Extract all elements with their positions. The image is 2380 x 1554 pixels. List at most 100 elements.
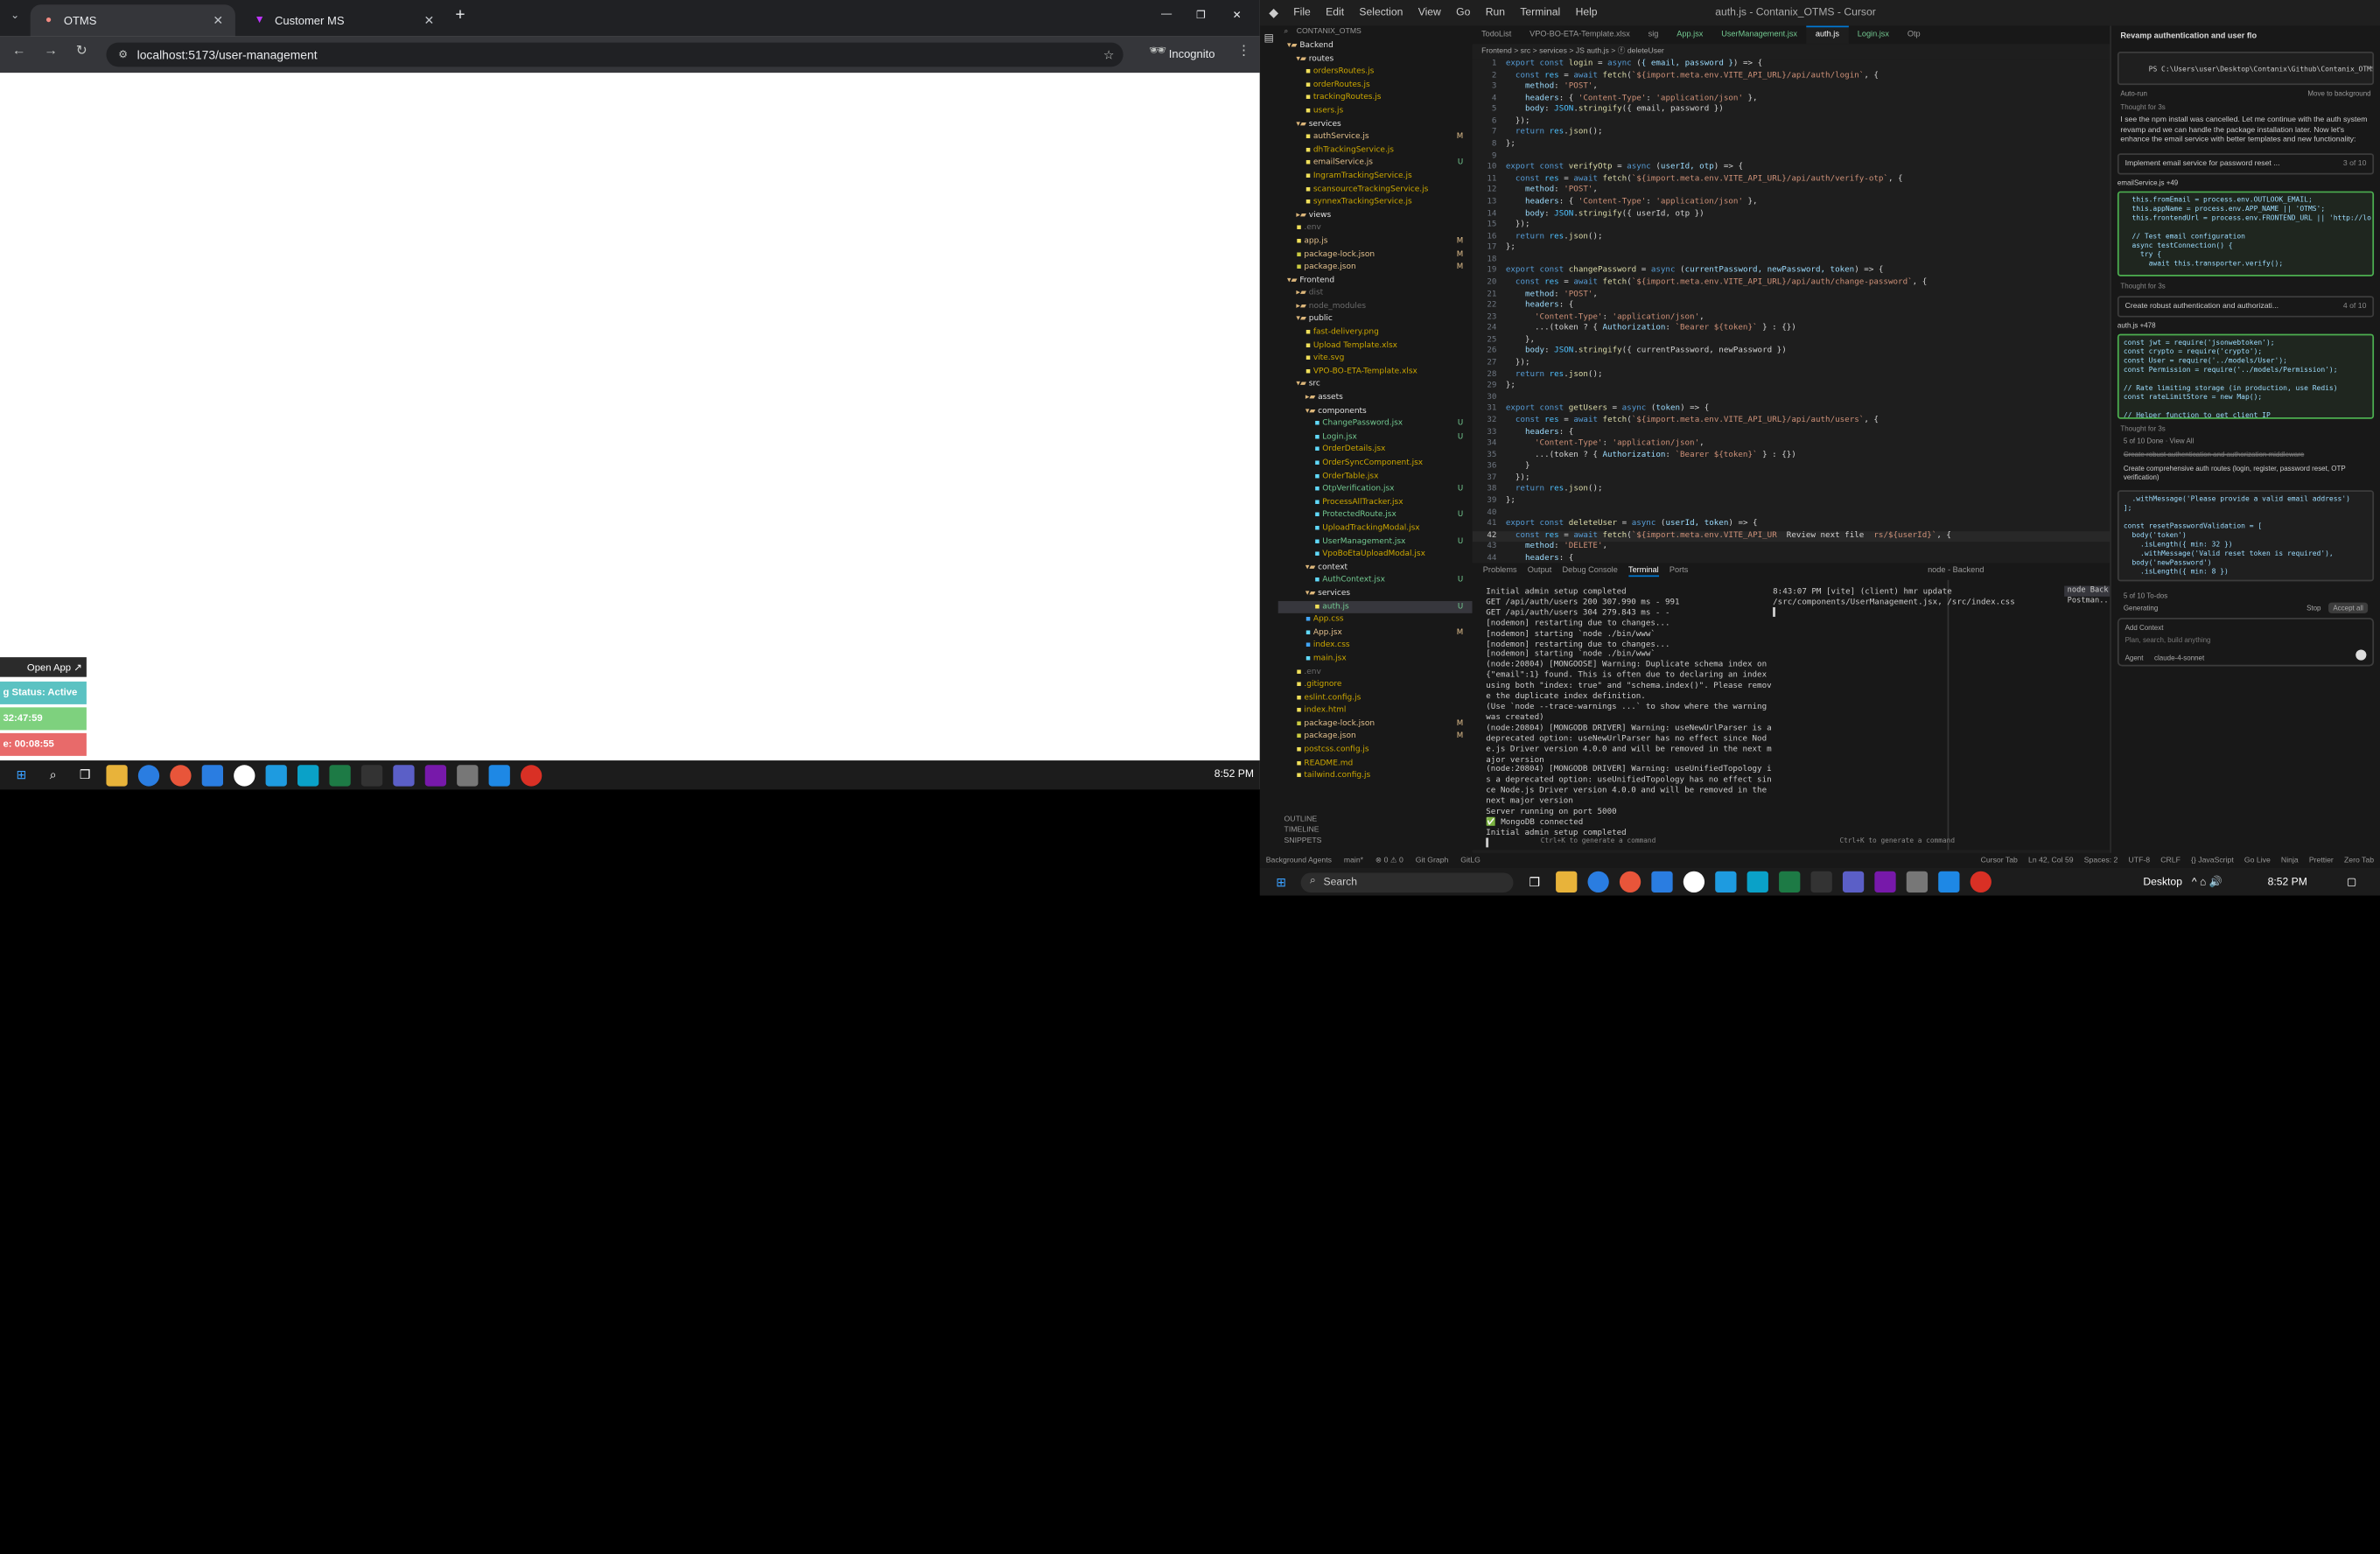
tree-item[interactable]: ▸▰ dist [1278, 287, 1473, 300]
tree-item[interactable]: ▪ VpoBoEtaUploadModal.jsx [1278, 548, 1473, 561]
timeline-section[interactable]: TIMELINE [1284, 826, 1473, 836]
todo-item[interactable]: Implement email service for password res… [2117, 152, 2375, 174]
notification-icon[interactable]: ▢ [2347, 876, 2356, 888]
add-context-button[interactable]: Add Context [2125, 623, 2367, 631]
site-info-icon[interactable]: ⚙ [118, 49, 128, 60]
tree-item[interactable]: ▾▰ public [1278, 313, 1473, 326]
minimize-button[interactable]: — [1161, 9, 1172, 19]
taskbar-search-box[interactable]: ⌕ Search [1300, 872, 1514, 892]
send-icon[interactable] [2356, 648, 2367, 660]
tree-item[interactable]: ▪ App.jsx M [1278, 626, 1473, 640]
incognito-label[interactable]: Incognito [1169, 47, 1215, 61]
thought-label[interactable]: Thought for 3s [2111, 280, 2380, 290]
tree-item[interactable]: ▪ IngramTrackingService.js [1278, 170, 1473, 183]
menu-view[interactable]: View [1418, 8, 1441, 18]
taskbar-clock[interactable]: 8:52 PM [2268, 877, 2307, 887]
tree-item[interactable]: ▪ package.json M [1278, 731, 1473, 744]
auto-run-toggle[interactable]: Auto-run [2120, 89, 2147, 97]
file-diff-header[interactable]: auth.js +478 [2118, 321, 2374, 329]
status-item[interactable]: Prettier [2309, 856, 2334, 864]
editor-tab[interactable]: Login.jsx [1848, 27, 1898, 44]
status-item[interactable]: {} JavaScript [2191, 856, 2234, 864]
status-item[interactable]: Ninja [2281, 856, 2299, 864]
status-item[interactable]: main* [1344, 856, 1363, 864]
status-item[interactable]: Git Graph [1416, 856, 1449, 864]
panel-tab-debug-console[interactable]: Debug Console [1562, 566, 1617, 575]
tree-item[interactable]: ▾▰ context [1278, 561, 1473, 574]
teams-icon[interactable] [1842, 871, 1865, 893]
panel-tab-problems[interactable]: Problems [1483, 566, 1517, 575]
tree-item[interactable]: ▸▰ node_modules [1278, 300, 1473, 313]
status-item[interactable]: UTF-8 [2129, 856, 2151, 864]
app-icon[interactable] [1715, 871, 1737, 893]
excel-icon[interactable] [1779, 871, 1801, 893]
tree-item[interactable]: ▪ authService.js M [1278, 130, 1473, 144]
snippets-section[interactable]: SNIPPETS [1284, 836, 1473, 847]
explorer-icon[interactable]: ▤ [1260, 32, 1278, 44]
close-window-button[interactable]: ✕ [1233, 9, 1242, 21]
code-editor[interactable]: 1 export const login = async ({ email, pa… [1472, 59, 2150, 564]
close-tab-icon[interactable]: ✕ [213, 14, 223, 28]
onenote-icon[interactable] [424, 764, 447, 786]
menu-go[interactable]: Go [1456, 8, 1470, 18]
terminal-icon[interactable] [1810, 871, 1832, 893]
menu-help[interactable]: Help [1576, 8, 1598, 18]
chat-input[interactable]: Plan, search, build anything [2125, 635, 2367, 643]
start-icon[interactable]: ⊞ [1270, 872, 1292, 892]
app-icon[interactable] [1683, 871, 1705, 893]
status-item[interactable]: Cursor Tab [1981, 856, 2018, 864]
outline-section[interactable]: OUTLINE [1284, 816, 1473, 826]
tree-item[interactable]: ▪ postcss.config.js [1278, 744, 1473, 757]
tree-item[interactable]: ▪ UploadTrackingModal.jsx [1278, 522, 1473, 536]
status-item[interactable]: GitLG [1460, 856, 1480, 864]
desktop-label[interactable]: Desktop [2143, 877, 2182, 887]
tree-item[interactable]: ▪ VPO-BO-ETA-Template.xlsx [1278, 366, 1473, 379]
tree-item[interactable]: ▾▰ services [1278, 587, 1473, 600]
menu-selection[interactable]: Selection [1359, 8, 1403, 18]
todo-footer[interactable]: 5 of 10 To-dos [2111, 585, 2380, 600]
tree-item[interactable]: ▾▰ Frontend [1278, 274, 1473, 287]
back-icon[interactable]: ← [12, 43, 26, 58]
tree-item[interactable]: ▪ AuthContext.jsx U [1278, 574, 1473, 587]
tree-item[interactable]: ▪ auth.js U [1278, 600, 1473, 614]
app-icon[interactable] [457, 764, 479, 786]
model-select[interactable]: claude-4-sonnet [2154, 654, 2204, 662]
tree-item[interactable]: ▾▰ src [1278, 379, 1473, 392]
tree-item[interactable]: ▪ index.css [1278, 640, 1473, 653]
agent-mode-select[interactable]: Agent [2125, 654, 2144, 662]
tree-item[interactable]: ▪ .env [1278, 222, 1473, 235]
app-icon[interactable] [1746, 871, 1768, 893]
status-item[interactable]: Ln 42, Col 59 [2028, 856, 2074, 864]
tree-item[interactable]: ▪ Login.jsx U [1278, 430, 1473, 444]
breadcrumb[interactable]: Frontend > src > services > JS auth.js >… [1472, 44, 2150, 60]
status-item[interactable]: Spaces: 2 [2084, 856, 2118, 864]
forward-icon[interactable]: → [44, 43, 58, 58]
tree-item[interactable]: ▪ OrderDetails.jsx [1278, 444, 1473, 457]
vscode-icon[interactable] [1938, 871, 1960, 893]
tree-item[interactable]: ▪ App.css [1278, 613, 1473, 626]
tree-item[interactable]: ▪ .gitignore [1278, 679, 1473, 692]
excel-icon[interactable] [329, 764, 351, 786]
tree-item[interactable]: ▪ tailwind.config.js [1278, 770, 1473, 783]
address-bar[interactable]: ⚙ localhost:5173/user-management ☆ [106, 42, 1124, 67]
task-view-icon[interactable]: ❒ [74, 764, 95, 785]
editor-tab[interactable]: App.jsx [1668, 27, 1712, 44]
terminal-icon[interactable] [360, 764, 383, 786]
vscode-icon[interactable] [488, 764, 510, 786]
menu-file[interactable]: File [1293, 8, 1311, 18]
menu-kebab-icon[interactable]: ⋮ [1237, 43, 1251, 60]
tree-item[interactable]: ▪ fast-delivery.png [1278, 326, 1473, 340]
thought-label[interactable]: Thought for 3s [2111, 97, 2380, 112]
tree-item[interactable]: ▪ main.jsx [1278, 653, 1473, 666]
tree-item[interactable]: ▪ UserManagement.jsx U [1278, 536, 1473, 549]
task-view-icon[interactable]: ❒ [1524, 872, 1545, 892]
chrome-icon[interactable] [521, 764, 542, 786]
tree-item[interactable]: ▾▰ components [1278, 405, 1473, 418]
terminal-panel[interactable]: Initial admin setup completed GET /api/a… [1472, 579, 2150, 850]
reload-icon[interactable]: ↻ [76, 43, 88, 60]
editor-tab[interactable]: UserManagement.jsx [1712, 27, 1807, 44]
onenote-icon[interactable] [1874, 871, 1896, 893]
editor-tab[interactable]: auth.js [1806, 25, 1849, 45]
tree-item[interactable]: ▸▰ assets [1278, 392, 1473, 405]
tab-otms[interactable]: ● OTMS ✕ [30, 4, 235, 37]
